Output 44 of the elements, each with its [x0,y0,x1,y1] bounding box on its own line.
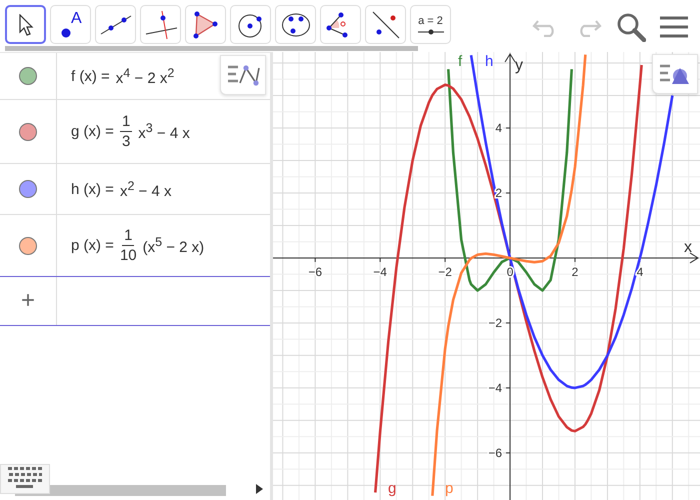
tool-button[interactable]: A [50,5,91,44]
curve-label: f [458,53,462,70]
tick-label: 4 [636,264,644,279]
visibility-dot[interactable] [19,236,37,254]
scroll-right-arrow-icon[interactable] [256,484,263,494]
toolbar-scrollbar[interactable] [5,46,418,51]
graphics-style-icon [658,62,692,86]
tick-label: −4 [373,264,387,279]
axis-label: x [684,238,692,256]
axis-label: y [515,57,524,74]
function-definition[interactable]: f (x) = x$^{4}$ − 2 x$^{2}$ [57,66,270,86]
curve-label: p [445,480,454,497]
tick-label: −2 [488,316,502,330]
algebra-style-icon [226,63,260,87]
ellipse-icon [280,10,310,38]
slider-icon [418,28,444,34]
line-through-points-icon [100,14,132,36]
style-bar-toggle[interactable] [652,54,698,94]
menu-icon [660,15,688,39]
curve-label: h [485,53,494,70]
function-definition[interactable]: h (x) = x$^{2}$ − 4 x [57,178,270,200]
tool-button[interactable] [5,5,46,44]
visibility-dot[interactable] [19,67,37,85]
tick-label: −6 [308,264,322,279]
cursor-arrow-icon [18,14,34,36]
reflect-point-icon [370,10,400,40]
add-input-button[interactable]: + [20,289,35,313]
tick-label: 2 [572,264,578,279]
triangle-icon [192,10,218,38]
point-icon [61,28,71,38]
perpendicular-line-icon [144,10,176,40]
keyboard-icon [8,467,42,491]
tool-button[interactable]: a = 2 [410,5,451,44]
keyboard-button[interactable] [0,464,50,494]
tick-label: −4 [488,380,502,395]
function-curve[interactable] [431,54,587,496]
curve-label: g [388,480,396,497]
tick-label: 4 [495,121,502,136]
visibility-dot[interactable] [19,122,37,140]
visibility-dot[interactable] [19,180,37,198]
search-icon [616,12,646,42]
tick-label: −2 [438,264,452,279]
style-bar-toggle[interactable] [220,55,266,95]
tick-label: −6 [488,446,502,460]
